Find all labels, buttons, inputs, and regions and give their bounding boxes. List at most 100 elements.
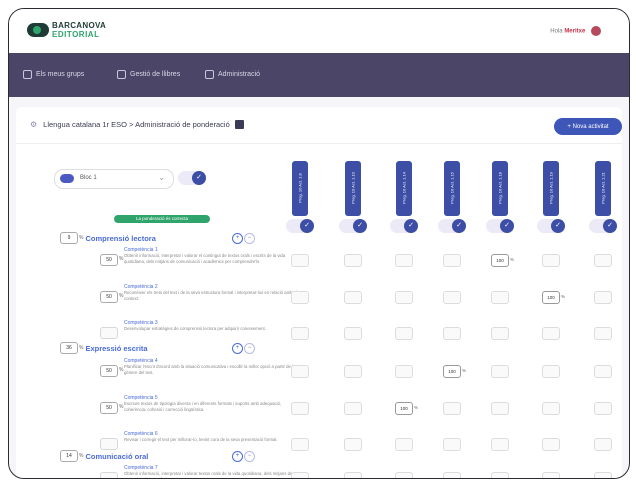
collapse-icon[interactable]: − bbox=[244, 451, 255, 462]
weight-cell[interactable] bbox=[594, 402, 612, 415]
weight-cell[interactable]: 100 bbox=[443, 365, 461, 378]
competency-description: Planificar l'escrit d'acord amb la situa… bbox=[124, 364, 296, 375]
weight-cell[interactable]: 100 bbox=[395, 402, 413, 415]
weight-cell[interactable] bbox=[291, 402, 309, 415]
activity-toggle[interactable]: ✓ bbox=[438, 219, 466, 233]
weight-cell[interactable] bbox=[291, 365, 309, 378]
nav-item-admin[interactable]: Administració bbox=[205, 70, 260, 79]
weight-cell[interactable] bbox=[491, 402, 509, 415]
weight-cell[interactable] bbox=[443, 327, 461, 340]
weight-cell[interactable] bbox=[395, 327, 413, 340]
competency-weight-input[interactable]: 50 bbox=[100, 365, 118, 377]
weight-cell[interactable] bbox=[395, 472, 413, 478]
nav-item-groups[interactable]: Els meus grups bbox=[23, 70, 84, 79]
weight-cell[interactable] bbox=[344, 402, 362, 415]
weight-cell[interactable] bbox=[491, 327, 509, 340]
weight-cell[interactable] bbox=[491, 365, 509, 378]
weight-cell[interactable] bbox=[542, 365, 560, 378]
expand-icon[interactable]: + bbox=[232, 451, 243, 462]
edit-icon[interactable] bbox=[234, 120, 244, 129]
check-icon: ✓ bbox=[404, 219, 418, 233]
weight-cell[interactable] bbox=[344, 291, 362, 304]
activity-toggle[interactable]: ✓ bbox=[286, 219, 314, 233]
section-weight-input[interactable]: 9 bbox=[60, 232, 78, 244]
competency-description: Escriure textos de tipologia diversa i e… bbox=[124, 401, 282, 412]
weight-cell[interactable] bbox=[594, 365, 612, 378]
weight-cell[interactable] bbox=[594, 472, 612, 478]
new-activity-button[interactable]: + Nova activitat bbox=[554, 118, 622, 135]
main-nav: Els meus grups Gestió de llibres Adminis… bbox=[9, 53, 629, 97]
activity-toggle[interactable]: ✓ bbox=[486, 219, 514, 233]
weight-cell[interactable] bbox=[344, 254, 362, 267]
block-select[interactable]: Bloc 1 ⌄ bbox=[54, 169, 174, 189]
weight-cell[interactable] bbox=[344, 365, 362, 378]
activity-toggle[interactable]: ✓ bbox=[390, 219, 418, 233]
weight-cell[interactable] bbox=[395, 438, 413, 451]
weight-cell[interactable] bbox=[542, 438, 560, 451]
weight-cell[interactable] bbox=[291, 291, 309, 304]
activity-column-header[interactable]: Prog. 10 Act. 1.10 bbox=[345, 161, 361, 216]
activity-column-header[interactable]: Prog. 10 Act. 1.15 bbox=[444, 161, 460, 216]
activity-column-header[interactable]: Prog. 10 Act. 1.21 bbox=[595, 161, 611, 216]
weight-cell[interactable] bbox=[594, 327, 612, 340]
weight-cell[interactable]: 100 bbox=[491, 254, 509, 267]
weight-cell[interactable] bbox=[291, 472, 309, 478]
weight-cell[interactable] bbox=[491, 291, 509, 304]
weight-cell[interactable] bbox=[542, 327, 560, 340]
activity-toggle[interactable]: ✓ bbox=[339, 219, 367, 233]
activity-toggle[interactable]: ✓ bbox=[537, 219, 565, 233]
weight-cell[interactable] bbox=[344, 472, 362, 478]
competency-weight-input[interactable]: 50 bbox=[100, 402, 118, 414]
avatar[interactable] bbox=[591, 26, 601, 36]
weight-cell[interactable] bbox=[291, 327, 309, 340]
weight-cell[interactable] bbox=[443, 472, 461, 478]
collapse-icon[interactable]: − bbox=[244, 233, 255, 244]
weight-cell[interactable] bbox=[594, 291, 612, 304]
weight-cell[interactable] bbox=[443, 402, 461, 415]
weight-cell[interactable] bbox=[542, 472, 560, 478]
nav-item-books[interactable]: Gestió de llibres bbox=[117, 70, 180, 79]
activity-column-header[interactable]: Prog. 10 Act. 1.18 bbox=[492, 161, 508, 216]
activity-column-header[interactable]: Prog. 10 Act. 1.14 bbox=[396, 161, 412, 216]
weight-cell[interactable] bbox=[395, 365, 413, 378]
weight-cell[interactable] bbox=[542, 402, 560, 415]
weight-cell[interactable] bbox=[291, 254, 309, 267]
competency-weight-input[interactable]: 50 bbox=[100, 254, 118, 266]
weight-cell[interactable] bbox=[344, 438, 362, 451]
activity-column-header[interactable]: Prog. 10 Act. 1.19 bbox=[543, 161, 559, 216]
weight-cell[interactable]: 100 bbox=[542, 291, 560, 304]
weight-cell[interactable] bbox=[542, 254, 560, 267]
weight-cell[interactable] bbox=[395, 291, 413, 304]
competency-weight-input[interactable]: 50 bbox=[100, 291, 118, 303]
activity-column-header[interactable]: Prog. 10 Act. 1.8 bbox=[292, 161, 308, 216]
weight-cell[interactable] bbox=[291, 438, 309, 451]
weight-cell[interactable] bbox=[491, 438, 509, 451]
weight-cell[interactable] bbox=[594, 254, 612, 267]
ponderation-panel: ⚙ Llengua catalana 1r ESO > Administraci… bbox=[16, 107, 622, 478]
weight-cell[interactable] bbox=[344, 327, 362, 340]
section-weight-input[interactable]: 36 bbox=[60, 342, 78, 354]
collapse-icon[interactable]: − bbox=[244, 343, 255, 354]
weight-cell[interactable] bbox=[395, 254, 413, 267]
block-toggle[interactable] bbox=[60, 174, 74, 183]
percent-sign: % bbox=[119, 404, 124, 410]
weight-cell[interactable] bbox=[594, 438, 612, 451]
weight-cell[interactable] bbox=[491, 472, 509, 478]
competency-description: Desenvolupar estratègies de comprensió l… bbox=[124, 326, 266, 331]
top-bar: BARCANOVA EDITORIAL Hola Meritxe bbox=[9, 9, 629, 53]
weight-cell[interactable] bbox=[443, 291, 461, 304]
weight-cell[interactable] bbox=[443, 438, 461, 451]
check-icon: ✓ bbox=[353, 219, 367, 233]
global-toggle[interactable]: ✓ bbox=[178, 171, 206, 185]
brand-logo[interactable]: BARCANOVA EDITORIAL bbox=[27, 21, 106, 39]
weight-cell[interactable] bbox=[443, 254, 461, 267]
expand-icon[interactable]: + bbox=[232, 233, 243, 244]
competency-weight-input[interactable] bbox=[100, 327, 118, 339]
section-weight-input[interactable]: 14 bbox=[60, 450, 78, 462]
expand-icon[interactable]: + bbox=[232, 343, 243, 354]
check-icon: ✓ bbox=[300, 219, 314, 233]
activity-toggle[interactable]: ✓ bbox=[589, 219, 617, 233]
user-menu[interactable]: Hola Meritxe bbox=[550, 26, 601, 36]
brand-line1: BARCANOVA bbox=[52, 21, 107, 30]
competency-weight-input[interactable] bbox=[100, 472, 118, 478]
